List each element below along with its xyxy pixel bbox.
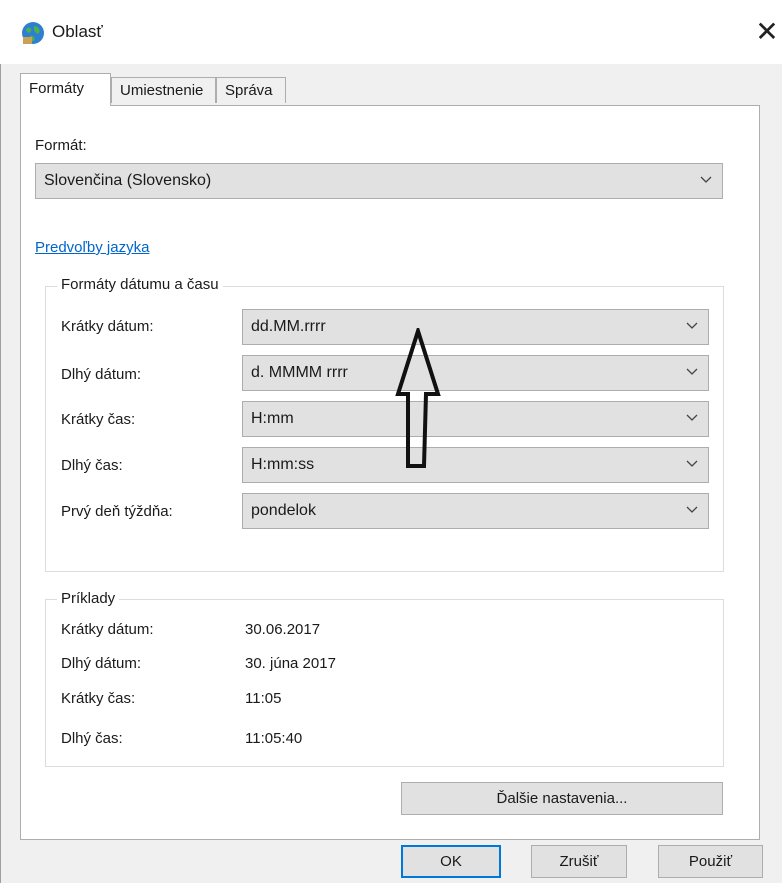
example-long-date-value: 30. júna 2017 bbox=[245, 655, 336, 672]
long-date-value: d. MMMM rrrr bbox=[251, 364, 348, 381]
globe-icon bbox=[22, 22, 44, 44]
tab-formaty[interactable]: Formáty bbox=[20, 73, 111, 106]
window-title: Oblasť bbox=[52, 22, 103, 41]
chevron-down-icon bbox=[700, 176, 712, 183]
long-time-label: Dlhý čas: bbox=[61, 457, 123, 474]
more-settings-button[interactable]: Ďalšie nastavenia... bbox=[401, 782, 723, 815]
apply-button[interactable]: Použiť bbox=[658, 845, 763, 878]
examples-title: Príklady bbox=[57, 590, 120, 607]
short-date-dropdown[interactable]: dd.MM.rrrr bbox=[242, 309, 709, 345]
tab-umiestnenie[interactable]: Umiestnenie bbox=[111, 77, 216, 103]
chevron-down-icon bbox=[686, 460, 698, 467]
window-left-border bbox=[0, 64, 1, 883]
example-long-date-label: Dlhý dátum: bbox=[61, 655, 142, 672]
example-short-date-value: 30.06.2017 bbox=[245, 621, 321, 638]
short-date-value: dd.MM.rrrr bbox=[251, 318, 326, 335]
cancel-button[interactable]: Zrušiť bbox=[531, 845, 627, 878]
format-dropdown[interactable]: Slovenčina (Slovensko) bbox=[35, 163, 723, 199]
short-date-label: Krátky dátum: bbox=[61, 318, 154, 335]
example-long-time-label: Dlhý čas: bbox=[61, 730, 123, 747]
long-time-dropdown[interactable]: H:mm:ss bbox=[242, 447, 709, 483]
long-date-label: Dlhý dátum: bbox=[61, 366, 142, 383]
chevron-down-icon bbox=[686, 368, 698, 375]
arrow-up-annotation bbox=[395, 328, 441, 468]
long-time-value: H:mm:ss bbox=[251, 456, 315, 473]
language-preferences-link[interactable]: Predvoľby jazyka bbox=[35, 239, 149, 256]
ok-button[interactable]: OK bbox=[401, 845, 501, 878]
date-time-formats-title: Formáty dátumu a času bbox=[57, 276, 223, 293]
chevron-down-icon bbox=[686, 414, 698, 421]
example-short-time-value: 11:05 bbox=[245, 690, 282, 707]
first-day-value: pondelok bbox=[251, 502, 316, 519]
first-day-dropdown[interactable]: pondelok bbox=[242, 493, 709, 529]
chevron-down-icon bbox=[686, 506, 698, 513]
format-value: Slovenčina (Slovensko) bbox=[44, 172, 212, 189]
example-short-time-label: Krátky čas: bbox=[61, 690, 136, 707]
first-day-label: Prvý deň týždňa: bbox=[61, 503, 173, 520]
close-icon[interactable]: ✕ bbox=[752, 14, 782, 50]
long-date-dropdown[interactable]: d. MMMM rrrr bbox=[242, 355, 709, 391]
tab-sprava[interactable]: Správa bbox=[216, 77, 286, 103]
example-short-date-label: Krátky dátum: bbox=[61, 621, 154, 638]
short-time-value: H:mm bbox=[251, 410, 294, 427]
chevron-down-icon bbox=[686, 322, 698, 329]
short-time-label: Krátky čas: bbox=[61, 411, 136, 428]
format-label: Formát: bbox=[35, 137, 87, 154]
example-long-time-value: 11:05:40 bbox=[245, 730, 303, 747]
title-bar: Oblasť ✕ bbox=[0, 0, 782, 64]
short-time-dropdown[interactable]: H:mm bbox=[242, 401, 709, 437]
